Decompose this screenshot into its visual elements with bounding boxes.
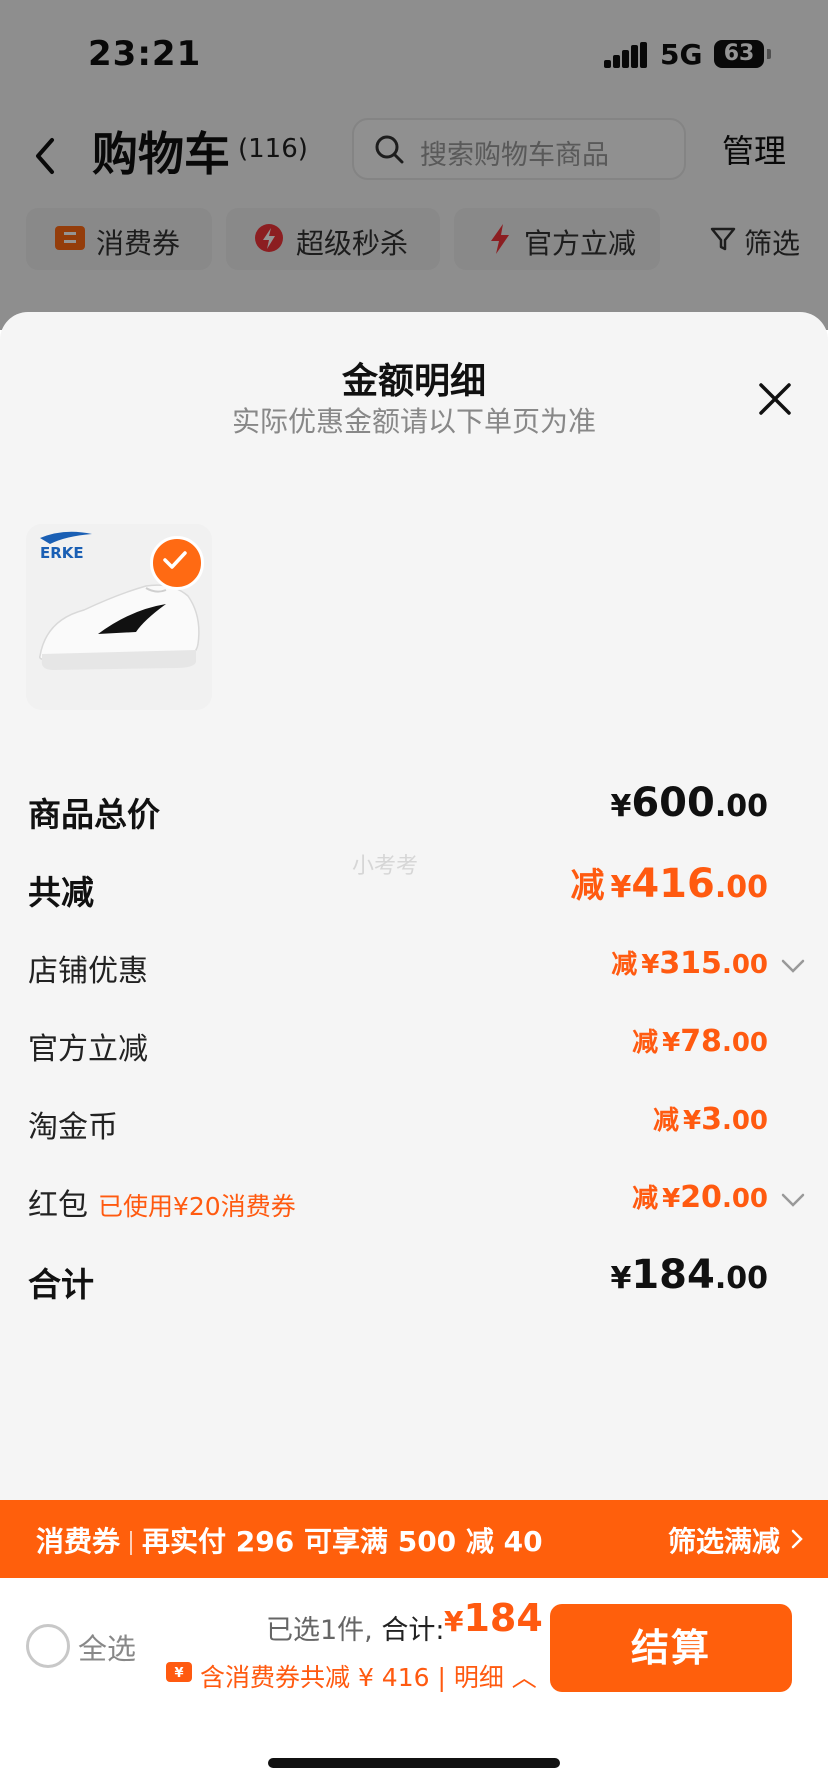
checkout-bar: 全选 已选1件, 合计: ¥184 ¥ 含消费券共减 ¥ 416 | 明细 ︿ … xyxy=(0,1578,828,1792)
row-amount-total-discount: 减 ¥416.00 xyxy=(570,861,768,907)
row-amount-red-packet[interactable]: 减 ¥20.00 xyxy=(632,1178,768,1215)
discount-detail-link[interactable]: 含消费券共减 ¥ 416 | 明细 ︿ xyxy=(200,1658,537,1694)
row-label-shop-discount: 店铺优惠 xyxy=(28,954,148,989)
checkout-total: ¥184 xyxy=(444,1596,543,1640)
cart-page-background: 23:21 5G 63 购物车 (116) 搜索购物车商品 管理 消费券 超级秒… xyxy=(0,0,828,330)
chevron-right-icon xyxy=(791,1529,803,1549)
row-label-total-discount: 共减 xyxy=(28,873,94,912)
checkout-button[interactable]: 结算 xyxy=(550,1604,792,1692)
row-amount-shop-discount[interactable]: 减 ¥315.00 xyxy=(611,944,768,981)
promo-message: 消费券 再实付 296 可享满 500 减 40 xyxy=(36,1525,543,1558)
select-all-label[interactable]: 全选 xyxy=(78,1626,136,1668)
row-label-official-discount: 官方立减 xyxy=(28,1032,148,1067)
chevron-down-icon[interactable] xyxy=(780,958,806,974)
chevron-down-icon[interactable] xyxy=(780,1192,806,1208)
row-amount-taojinbi: 减 ¥3.00 xyxy=(652,1102,768,1137)
red-packet-note: 已使用¥20消费券 xyxy=(98,1192,296,1221)
close-icon[interactable] xyxy=(758,382,792,416)
sheet-title: 金额明细 xyxy=(341,361,486,402)
watermark-text: 小考考 xyxy=(352,854,419,879)
row-label-total: 合计 xyxy=(28,1265,94,1304)
row-amount-official-discount: 减 ¥78.00 xyxy=(632,1024,768,1059)
promo-action[interactable]: 筛选满减 xyxy=(668,1520,780,1560)
row-label-subtotal: 商品总价 xyxy=(28,795,160,834)
coupon-promo-banner[interactable]: 消费券 再实付 296 可享满 500 减 40 筛选满减 xyxy=(0,1500,828,1578)
row-label-taojinbi: 淘金币 xyxy=(28,1110,118,1145)
row-amount-subtotal: ¥600.00 xyxy=(610,780,768,826)
selected-check-icon[interactable] xyxy=(150,536,204,590)
sheet-subtitle: 实际优惠金额请以下单页为准 xyxy=(231,405,596,438)
coupon-icon: ¥ xyxy=(166,1662,192,1682)
select-all-radio[interactable] xyxy=(26,1624,70,1668)
brand-logo-text: ERKE xyxy=(40,544,84,562)
row-label-red-packet: 红包 已使用¥20消费券 xyxy=(28,1188,296,1223)
svg-text:¥: ¥ xyxy=(174,1666,183,1681)
selected-summary: 已选1件, 合计: xyxy=(266,1615,445,1646)
home-indicator xyxy=(268,1758,560,1768)
row-amount-total: ¥184.00 xyxy=(610,1252,768,1298)
dim-overlay[interactable] xyxy=(0,0,828,330)
